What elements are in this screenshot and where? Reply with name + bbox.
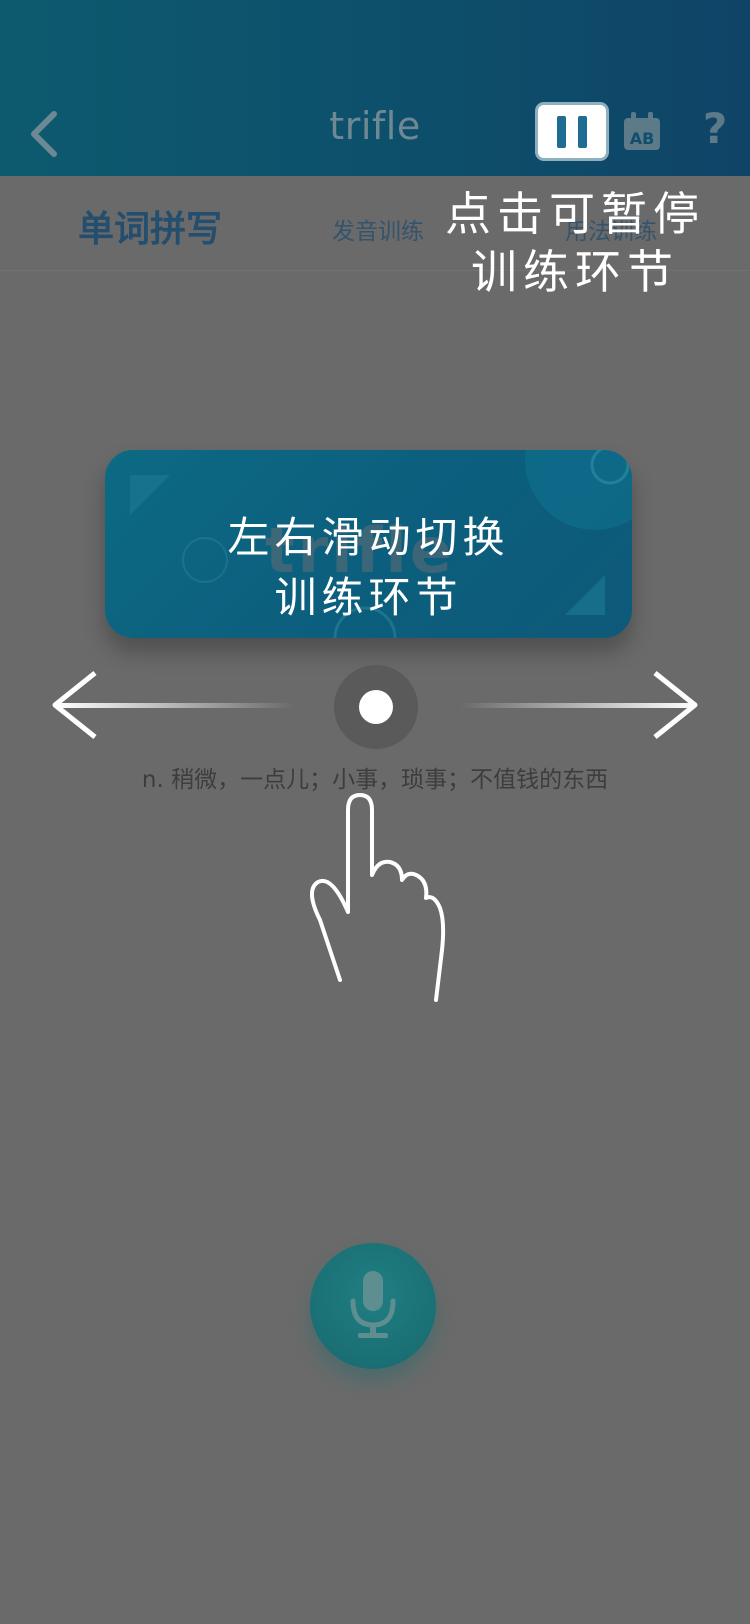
- word-card[interactable]: trifle 左右滑动切换 训练环节: [105, 450, 632, 638]
- microphone-icon: [350, 1271, 396, 1338]
- swipe-hint-text: 左右滑动切换 训练环节: [105, 508, 632, 628]
- calendar-ab-icon[interactable]: AB: [620, 110, 664, 154]
- swipe-knob-dot: [359, 690, 393, 724]
- help-icon[interactable]: ?: [697, 104, 733, 154]
- pause-button[interactable]: [538, 105, 606, 158]
- svg-text:AB: AB: [630, 129, 655, 148]
- microphone-button[interactable]: [310, 1243, 436, 1369]
- pause-hint-text: 点击可暂停训练环节: [445, 187, 705, 299]
- tab-pronunciation[interactable]: 发音训练: [332, 212, 424, 246]
- word-definition: n. 稍微，一点儿；小事，琐事；不值钱的东西: [141, 767, 609, 793]
- hand-pointer-icon: [310, 793, 446, 1002]
- swipe-hint-line1: 左右滑动切换: [227, 513, 510, 562]
- swipe-hint-line2: 训练环节: [274, 573, 463, 622]
- pause-icon: [557, 115, 566, 148]
- tab-spelling[interactable]: 单词拼写: [78, 200, 222, 252]
